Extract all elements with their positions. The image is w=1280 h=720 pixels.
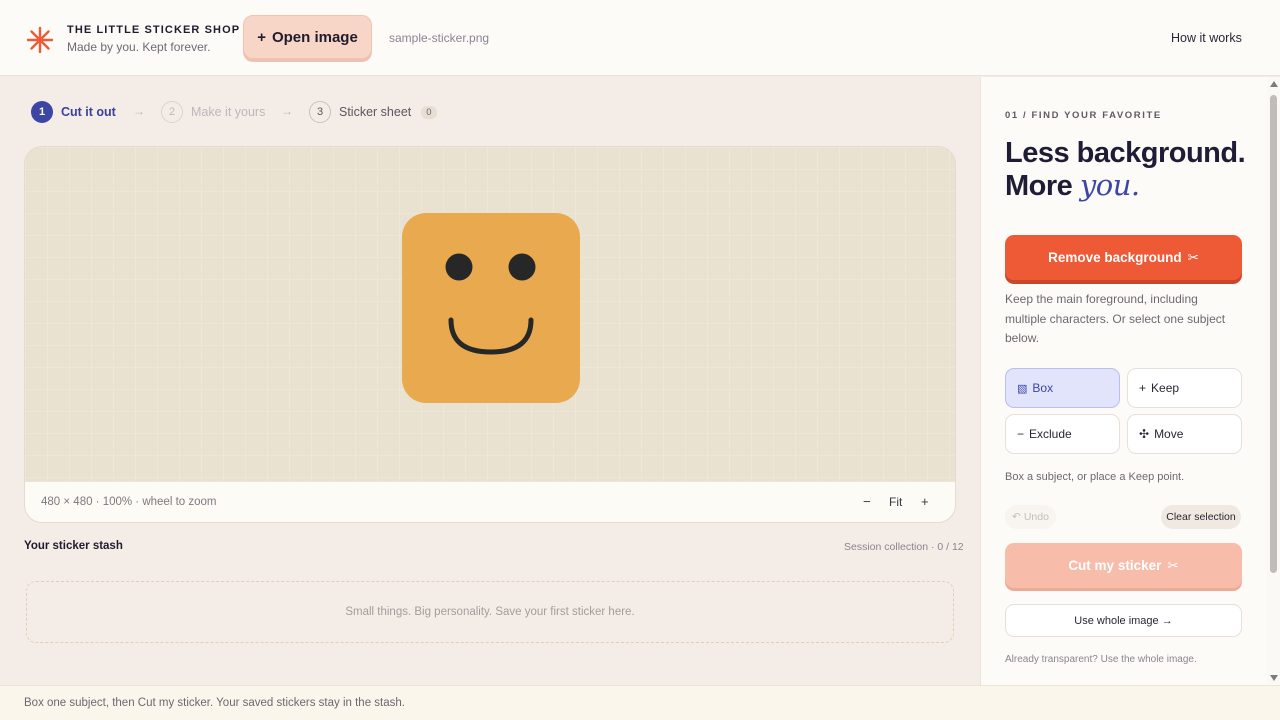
brand-subtitle: Made by you. Kept forever. (67, 40, 211, 54)
stash-drop-zone: Small things. Big personality. Save your… (26, 581, 954, 643)
undo-icon: ↶ (1012, 511, 1021, 523)
zoom-info: 480 × 480 · 100% · wheel to zoom (41, 496, 217, 508)
cut-my-sticker-button[interactable]: Cut my sticker ✂ (1005, 543, 1242, 588)
asterisk-logo-icon (26, 26, 54, 54)
clear-selection-button[interactable]: Clear selection (1161, 505, 1241, 529)
tool-label: Move (1154, 427, 1184, 441)
brand-title: THE LITTLE STICKER SHOP (67, 24, 241, 36)
use-whole-image-button[interactable]: Use whole image → (1005, 604, 1242, 637)
panel-headline: Less background. More you. (1005, 137, 1246, 202)
step-label: Cut it out (61, 105, 116, 119)
stash-title: Your sticker stash (24, 540, 123, 552)
remove-background-description: Keep the main foreground, including mult… (1005, 292, 1226, 345)
plus-icon: + (1139, 381, 1147, 395)
stash-empty-text: Small things. Big personality. Save your… (345, 606, 635, 618)
undo-button[interactable]: ↶ Undo (1005, 505, 1056, 529)
canvas-toolbar: 480 × 480 · 100% · wheel to zoom − Fit + (25, 481, 955, 522)
step-sticker-sheet[interactable]: 3 Sticker sheet 0 (309, 100, 437, 124)
scroll-up-arrow-icon[interactable] (1270, 81, 1278, 87)
how-it-works-link[interactable]: How it works (1171, 31, 1242, 45)
exclude-tool-button[interactable]: − Exclude (1005, 414, 1120, 454)
zoom-in-button[interactable]: + (921, 494, 929, 509)
move-icon: ✣ (1139, 427, 1150, 441)
status-text: Box one subject, then Cut my sticker. Yo… (24, 697, 405, 709)
scroll-down-arrow-icon[interactable] (1270, 675, 1278, 681)
scroll-thumb[interactable] (1270, 95, 1277, 573)
undo-label: Undo (1023, 511, 1049, 523)
panel-eyebrow: 01 / FIND YOUR FAVORITE (1005, 110, 1162, 121)
step-cut-it-out[interactable]: 1 Cut it out (31, 100, 116, 124)
smiley-sticker-image (402, 213, 580, 403)
zoom-out-button[interactable]: − (863, 494, 871, 509)
tool-label: Box (1032, 381, 1054, 395)
arrow-right-icon: → (133, 104, 145, 118)
plus-icon: + (257, 28, 266, 46)
step-label: Make it yours (191, 105, 266, 119)
file-name: sample-sticker.png (389, 31, 490, 45)
tool-label: Exclude (1029, 427, 1072, 441)
step-label: Sticker sheet (339, 105, 412, 119)
image-canvas[interactable]: 480 × 480 · 100% · wheel to zoom − Fit + (24, 146, 956, 523)
status-bar: Box one subject, then Cut my sticker. Yo… (0, 685, 1280, 720)
move-tool-button[interactable]: ✣ Move (1127, 414, 1242, 454)
headline-line-2: More you. (1005, 168, 1140, 202)
box-tool-button[interactable]: ▧ Box (1005, 368, 1120, 408)
box-select-icon: ▧ (1017, 382, 1028, 395)
open-image-button[interactable]: + Open image (243, 15, 372, 59)
panel-scrollbar[interactable] (1267, 77, 1280, 685)
remove-background-label: Remove background (1048, 250, 1182, 265)
remove-background-button[interactable]: Remove background ✂ (1005, 235, 1242, 280)
scissors-icon: ✂ (1187, 249, 1199, 265)
step-number: 1 (31, 101, 53, 123)
open-image-label: Open image (271, 28, 358, 46)
sticker-count-badge: 0 (421, 105, 437, 119)
arrow-right-icon: → (281, 104, 293, 118)
step-make-it-yours[interactable]: 2 Make it yours (161, 100, 265, 124)
transparent-note: Already transparent? Use the whole image… (1005, 654, 1197, 665)
stash-meta: Session collection · 0 / 12 (844, 541, 964, 553)
selection-hint: Box a subject, or place a Keep point. (1005, 471, 1185, 483)
headline-accent: you. (1079, 168, 1140, 202)
step-number: 2 (161, 101, 183, 123)
step-number: 3 (309, 101, 331, 123)
keep-tool-button[interactable]: + Keep (1127, 368, 1242, 408)
headline-line-1: Less background. (1005, 137, 1246, 169)
scissors-icon: ✂ (1167, 557, 1179, 573)
fit-button[interactable]: Fit (889, 495, 902, 509)
tool-label: Keep (1151, 381, 1180, 395)
app-header: THE LITTLE STICKER SHOP Made by you. Kep… (0, 0, 1280, 76)
cut-label: Cut my sticker (1068, 558, 1162, 573)
minus-icon: − (1017, 427, 1025, 441)
side-panel: 01 / FIND YOUR FAVORITE Less background.… (980, 77, 1267, 685)
